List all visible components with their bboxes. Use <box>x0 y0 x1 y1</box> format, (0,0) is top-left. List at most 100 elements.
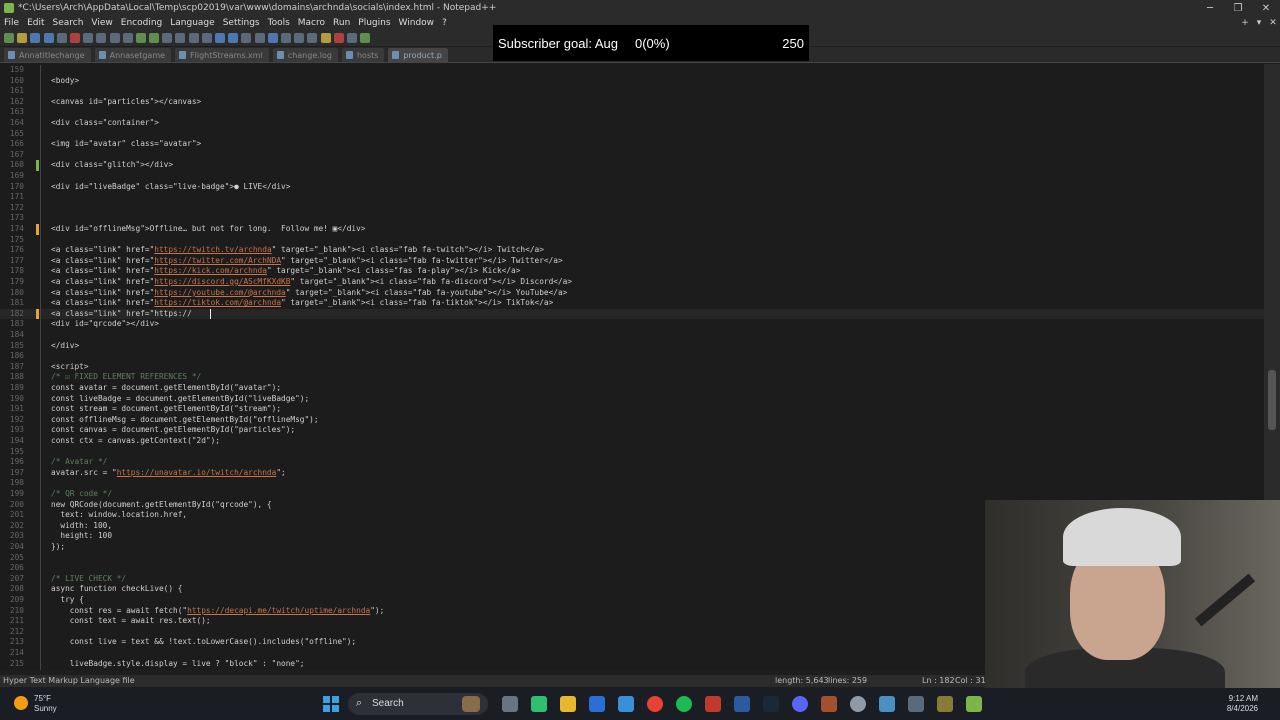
app-icon-7[interactable] <box>850 696 866 712</box>
app-icon-2[interactable] <box>589 696 605 712</box>
chrome-icon[interactable] <box>647 696 663 712</box>
word-wrap-icon[interactable] <box>241 33 252 43</box>
cut-icon[interactable] <box>96 33 107 43</box>
code-line[interactable]: 198 <box>0 478 1264 489</box>
tab-hosts[interactable]: hosts <box>341 48 385 62</box>
code-line[interactable]: 192 const offlineMsg = document.getElemen… <box>0 414 1264 426</box>
tab-product[interactable]: product.p <box>388 48 448 62</box>
app-icon-5[interactable] <box>734 696 750 712</box>
minimize-button[interactable]: ─ <box>1196 3 1224 14</box>
show-all-chars-icon[interactable] <box>254 33 265 43</box>
menu-file[interactable]: File <box>4 18 19 28</box>
weather-widget[interactable]: 75°F Sunny <box>14 692 74 716</box>
app-icon-3[interactable] <box>618 696 634 712</box>
copy-icon[interactable] <box>109 33 120 43</box>
menu-view[interactable]: View <box>91 18 112 28</box>
discord-icon[interactable] <box>792 696 808 712</box>
code-line[interactable]: 161 <box>0 86 1264 97</box>
record-macro-icon[interactable] <box>333 33 344 43</box>
app-icon-1[interactable] <box>531 696 547 712</box>
code-line[interactable]: 163 <box>0 107 1264 118</box>
code-line[interactable]: 160 <body> <box>0 75 1264 87</box>
menu-encoding[interactable]: Encoding <box>121 18 162 28</box>
sync-horizontal-icon[interactable] <box>228 33 239 43</box>
app-icon-10[interactable] <box>937 696 953 712</box>
zoom-in-icon[interactable] <box>188 33 199 43</box>
menu-edit[interactable]: Edit <box>27 18 44 28</box>
paste-icon[interactable] <box>122 33 133 43</box>
code-line[interactable]: 162 <canvas id="particles"></canvas> <box>0 96 1264 108</box>
new-file-icon[interactable] <box>4 33 14 43</box>
code-line[interactable]: 199 /* QR code */ <box>0 489 1264 500</box>
code-line[interactable]: 197 avatar.src = "https://unavatar.io/twi… <box>0 467 1264 479</box>
code-line[interactable]: 174 <div id="offlineMsg">Offline… but not… <box>0 224 1264 235</box>
play-macro-icon[interactable] <box>360 33 371 43</box>
indent-guide-icon[interactable] <box>267 33 278 43</box>
code-line[interactable]: 178 <a class="link" href="https://kick.co… <box>0 266 1264 277</box>
menu-plugins[interactable]: Plugins <box>358 18 390 28</box>
tab-annatitlechange[interactable]: Annatitlechange <box>4 48 91 62</box>
code-line[interactable]: 172 <box>0 202 1264 214</box>
menu-window[interactable]: Window <box>399 18 435 28</box>
save-all-icon[interactable] <box>43 33 54 43</box>
code-line[interactable]: 183 <div id="qrcode"></div> <box>0 319 1264 330</box>
code-line[interactable]: 182 <a class="link" href="https:// <box>0 308 1264 320</box>
menu-search[interactable]: Search <box>53 18 84 28</box>
folder-workspace-icon[interactable] <box>307 33 318 43</box>
spotify-icon[interactable] <box>676 696 692 712</box>
code-line[interactable]: 159 <box>0 65 1264 76</box>
code-line[interactable]: 196 /* Avatar */ <box>0 457 1264 468</box>
file-explorer-icon[interactable] <box>560 696 576 712</box>
code-line[interactable]: 166 <img id="avatar" class="avatar"> <box>0 139 1264 150</box>
open-file-icon[interactable] <box>17 33 28 43</box>
code-line[interactable]: 171 <box>0 192 1264 203</box>
taskbar-search[interactable]: ⌕ Search <box>348 693 488 715</box>
code-line[interactable]: 190 const liveBadge = document.getElement… <box>0 393 1264 405</box>
find-icon[interactable] <box>162 33 173 43</box>
code-line[interactable]: 165 <box>0 128 1264 140</box>
close-icon[interactable] <box>56 33 67 43</box>
code-line[interactable]: 169 <box>0 171 1264 182</box>
doc-map-icon[interactable] <box>280 33 291 43</box>
code-line[interactable]: 177 <a class="link" href="https://twitter… <box>0 255 1264 267</box>
close-button[interactable]: ✕ <box>1252 3 1280 14</box>
code-line[interactable]: 176 <a class="link" href="https://twitch.… <box>0 245 1264 256</box>
code-line[interactable]: 167 <box>0 149 1264 161</box>
system-clock[interactable]: 9:12 AM 8/4/2026 <box>1180 692 1276 716</box>
undo-icon[interactable] <box>135 33 146 43</box>
menu-tools[interactable]: Tools <box>268 18 290 28</box>
notepadpp-taskbar-icon[interactable] <box>966 696 982 712</box>
tab-list-button[interactable]: ▾ <box>1252 18 1266 28</box>
menu-macro[interactable]: Macro <box>298 18 325 28</box>
menu-help[interactable]: ? <box>442 18 447 28</box>
close-doc-button[interactable]: ✕ <box>1266 18 1280 28</box>
code-line[interactable]: 187 <script> <box>0 361 1264 373</box>
code-line[interactable]: 191 const stream = document.getElementByI… <box>0 404 1264 415</box>
code-line[interactable]: 173 <box>0 213 1264 224</box>
code-line[interactable]: 181 <a class="link" href="https://tiktok.… <box>0 298 1264 309</box>
code-line[interactable]: 170 <div id="liveBadge" class="live-badge… <box>0 181 1264 193</box>
new-tab-button[interactable]: + <box>1238 18 1252 28</box>
task-view-icon[interactable] <box>502 696 518 712</box>
app-icon-9[interactable] <box>908 696 924 712</box>
code-line[interactable]: 185 </div> <box>0 340 1264 352</box>
code-line[interactable]: 194 const ctx = canvas.getContext("2d"); <box>0 436 1264 447</box>
scrollbar-thumb[interactable] <box>1268 370 1276 430</box>
function-list-icon[interactable] <box>294 33 305 43</box>
zoom-out-icon[interactable] <box>201 33 212 43</box>
app-icon-8[interactable] <box>879 696 895 712</box>
monitoring-icon[interactable] <box>320 33 331 43</box>
maximize-button[interactable]: ❐ <box>1224 3 1252 14</box>
app-icon-4[interactable] <box>705 696 721 712</box>
start-button[interactable] <box>323 696 339 712</box>
tab-annasetgame[interactable]: Annasetgame <box>94 48 172 62</box>
code-line[interactable]: 193 const canvas = document.getElementByI… <box>0 425 1264 436</box>
menu-settings[interactable]: Settings <box>223 18 260 28</box>
redo-icon[interactable] <box>149 33 160 43</box>
tab-changelog[interactable]: change.log <box>272 48 338 62</box>
steam-icon[interactable] <box>763 696 779 712</box>
code-line[interactable]: 179 <a class="link" href="https://discord… <box>0 277 1264 288</box>
code-line[interactable]: 188 /* ☑ FIXED ELEMENT REFERENCES */ <box>0 372 1264 383</box>
menu-language[interactable]: Language <box>170 18 214 28</box>
code-line[interactable]: 164 <div class="container"> <box>0 118 1264 129</box>
